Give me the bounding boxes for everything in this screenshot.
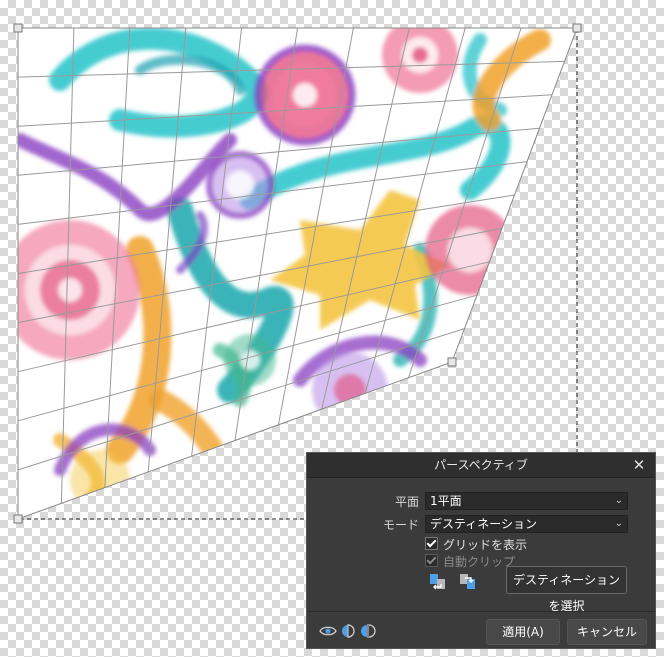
chevron-down-icon: ⌄ xyxy=(614,518,623,529)
mirror-view-icon[interactable] xyxy=(359,624,377,638)
swap-source-icon[interactable] xyxy=(429,572,447,592)
footer-divider xyxy=(307,611,655,612)
show-grid-label: グリッドを表示 xyxy=(443,538,528,552)
close-icon[interactable]: ✕ xyxy=(631,456,647,474)
mode-label: モード xyxy=(382,518,419,532)
dialog-title: パースペクティブ xyxy=(307,453,655,478)
select-destination-button[interactable]: デスティネーションを選択 xyxy=(506,566,627,613)
chevron-down-icon: ⌄ xyxy=(614,495,623,506)
checkbox-checked-icon xyxy=(425,554,438,567)
mode-dropdown[interactable]: デスティネーション ⌄ xyxy=(425,515,628,533)
handle-bottom-right[interactable] xyxy=(447,357,457,367)
split-view-icon[interactable] xyxy=(340,624,356,638)
plane-value: 1平面 xyxy=(430,494,462,508)
handle-top-right[interactable] xyxy=(572,23,582,33)
checkbox-checked-icon xyxy=(425,537,438,550)
apply-button[interactable]: 適用(A) xyxy=(486,619,560,645)
plane-dropdown[interactable]: 1平面 ⌄ xyxy=(425,492,628,510)
show-grid-checkbox[interactable]: グリッドを表示 xyxy=(425,536,527,553)
eye-icon[interactable] xyxy=(319,624,337,638)
cancel-button[interactable]: キャンセル xyxy=(567,619,647,645)
mode-value: デスティネーション xyxy=(430,517,538,531)
swap-destination-icon[interactable] xyxy=(459,572,477,592)
auto-clip-checkbox: 自動クリップ xyxy=(425,553,515,570)
perspective-dialog: パースペクティブ ✕ 平面 1平面 ⌄ モード デスティネーション ⌄ グリッド… xyxy=(306,452,656,649)
auto-clip-label: 自動クリップ xyxy=(443,555,516,569)
handle-top-left[interactable] xyxy=(13,23,23,33)
plane-label: 平面 xyxy=(394,495,419,509)
handle-bottom-left[interactable] xyxy=(13,514,23,524)
